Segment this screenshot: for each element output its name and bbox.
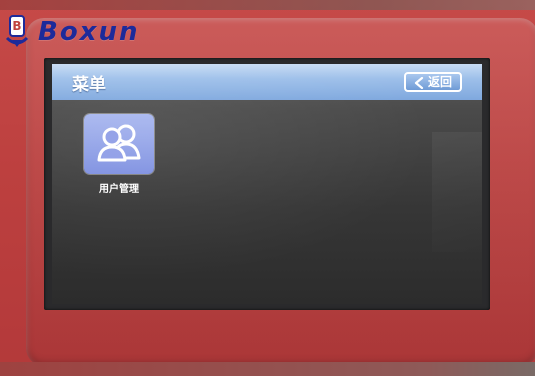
title-bar: 菜单 返回: [52, 64, 482, 100]
chevron-left-icon: [414, 76, 424, 90]
app-tile-user-management[interactable]: 用户管理: [84, 114, 154, 198]
back-button-label: 返回: [427, 75, 452, 89]
brand-logo: B Boxun: [4, 12, 139, 52]
screen-glare: [432, 132, 482, 252]
device-bottom-edge: [0, 362, 535, 376]
brand-name: Boxun: [38, 17, 140, 47]
app-tile-label: 用户管理: [99, 184, 139, 195]
page-title: 菜单: [72, 75, 106, 95]
touch-screen: 菜单 返回 用户管理: [52, 64, 482, 304]
users-icon: [93, 122, 145, 167]
device-top-edge: [0, 0, 535, 10]
device-casing: B Boxun 菜单 返回 用户管理: [0, 0, 535, 376]
back-button[interactable]: 返回: [404, 72, 462, 92]
user-management-tile-icon: [84, 114, 154, 174]
brand-logo-letter: B: [12, 19, 21, 33]
brand-logo-mark: B: [4, 14, 30, 50]
